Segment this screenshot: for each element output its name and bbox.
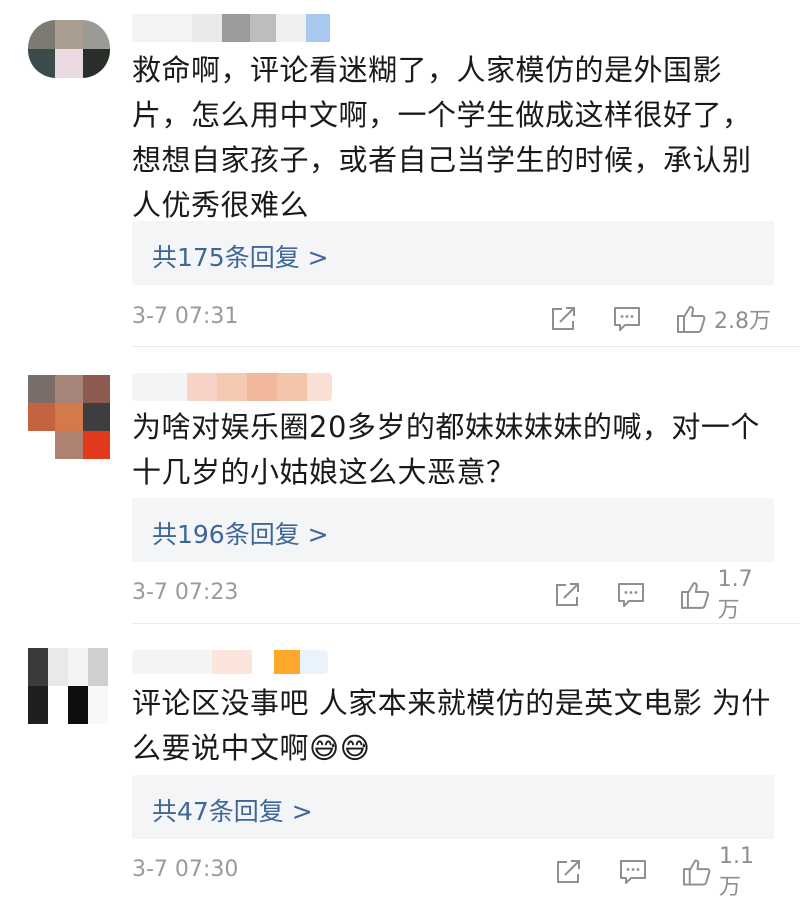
like-button[interactable]: 1.7万	[680, 567, 774, 623]
comment-button[interactable]	[617, 580, 645, 610]
like-count: 2.8万	[714, 309, 771, 334]
comment-text: 评论区没事吧 人家本来就模仿的是英文电影 为什么要说中文啊😅😅	[132, 686, 771, 765]
timestamp: 3-7 07:23	[132, 580, 239, 605]
comment-item: 为啥对娱乐圈20多岁的都妹妹妹妹的喊，对一个十几岁的小姑娘这么大恶意？ 共196…	[0, 347, 800, 624]
like-button[interactable]: 2.8万	[676, 304, 771, 334]
like-count: 1.1万	[718, 843, 754, 900]
like-count: 1.7万	[717, 566, 753, 623]
comment-text: 为啥对娱乐圈20多岁的都妹妹妹妹的喊，对一个十几岁的小姑娘这么大恶意？	[132, 410, 760, 489]
share-button[interactable]	[555, 857, 583, 887]
comment-meta: 3-7 07:30 1.1万	[132, 844, 774, 900]
share-button[interactable]	[550, 304, 578, 334]
comment-item: 救命啊，评论看迷糊了，人家模仿的是外国影片，怎么用中文啊，一个学生做成这样很好了…	[0, 0, 800, 347]
timestamp: 3-7 07:30	[132, 857, 239, 882]
share-icon	[557, 860, 580, 883]
comment-button[interactable]	[619, 857, 647, 887]
avatar[interactable]	[28, 375, 110, 459]
username-blurred[interactable]	[132, 373, 332, 401]
like-icon	[677, 306, 706, 333]
replies-link[interactable]: 共47条回复 >	[132, 775, 774, 839]
comment-meta: 3-7 07:23 1.7万	[132, 567, 774, 623]
like-icon	[682, 859, 711, 886]
like-icon	[680, 582, 710, 609]
username-blurred[interactable]	[132, 14, 360, 42]
comment-button[interactable]	[613, 304, 641, 334]
replies-label: 共196条回复 >	[152, 520, 329, 549]
like-button[interactable]: 1.1万	[682, 844, 774, 900]
replies-label: 共175条回复 >	[152, 243, 329, 272]
replies-link[interactable]: 共196条回复 >	[132, 498, 774, 562]
comment-icon	[620, 860, 646, 884]
comment-text: 救命啊，评论看迷糊了，人家模仿的是外国影片，怎么用中文啊，一个学生做成这样很好了…	[132, 53, 752, 222]
timestamp: 3-7 07:31	[132, 304, 239, 329]
share-icon	[556, 583, 579, 606]
avatar[interactable]	[28, 648, 108, 724]
share-icon	[552, 307, 575, 330]
replies-label: 共47条回复 >	[152, 797, 313, 826]
comment-meta: 3-7 07:31 2.8万	[132, 304, 774, 334]
share-button[interactable]	[554, 580, 582, 610]
comment-icon	[618, 583, 644, 607]
replies-link[interactable]: 共175条回复 >	[132, 221, 774, 285]
avatar[interactable]	[28, 20, 110, 78]
comment-icon	[614, 307, 640, 331]
username-blurred[interactable]	[132, 650, 328, 674]
comment-item: 评论区没事吧 人家本来就模仿的是英文电影 为什么要说中文啊😅😅 共47条回复 >…	[0, 624, 800, 900]
